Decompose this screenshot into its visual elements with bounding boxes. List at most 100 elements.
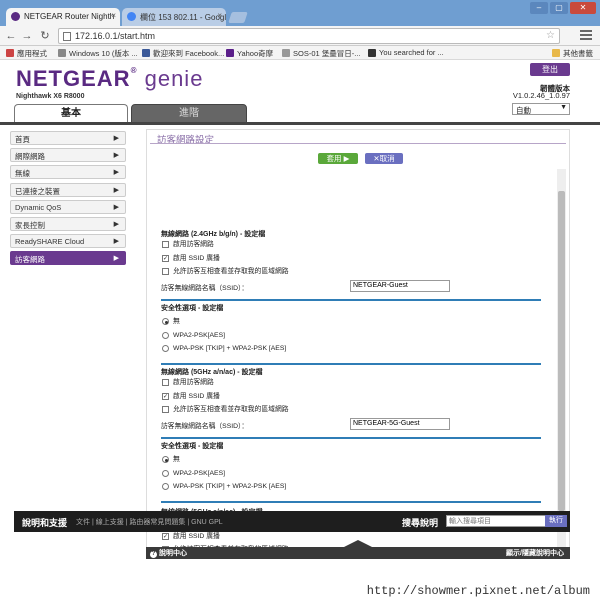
minimize-button[interactable]: – — [530, 2, 548, 14]
bookmark-star-icon[interactable]: ☆ — [546, 30, 555, 41]
reload-icon[interactable]: ↻ — [38, 29, 52, 43]
checkbox-icon[interactable]: ✓ — [162, 254, 169, 262]
sidebar-item-home[interactable]: 首頁 ▶ — [10, 131, 126, 145]
router-model: Nighthawk X6 R8000 — [16, 93, 85, 100]
language-select[interactable]: 自動 ▼ — [512, 103, 570, 115]
security-option-radio[interactable]: WPA2-PSK[AES] — [161, 330, 541, 344]
browser-toolbar: ← → ↻ 172.16.0.1/start.htm ☆ — [0, 26, 600, 46]
facebook-icon — [142, 49, 150, 57]
checkbox-icon[interactable] — [162, 406, 169, 413]
support-footer: 說明和支援 文件 | 線上支援 | 路由器常見問題集 | GNU GPL 搜尋說… — [14, 511, 570, 532]
tab-netgear[interactable]: NETGEAR Router Nighth × — [6, 8, 120, 26]
enable-guest-network-checkbox[interactable]: 啟用訪客網路 — [161, 239, 541, 253]
bookmark-apps[interactable]: 應用程式 — [6, 48, 47, 59]
bookmark-yahoo[interactable]: Yahoo奇摩 — [226, 48, 273, 59]
security-option-radio[interactable]: WPA2-PSK[AES] — [161, 468, 541, 482]
cancel-button[interactable]: ✕取消 — [365, 153, 403, 164]
security-section: 安全性選項 - 設定檔無 WPA2-PSK[AES] WPA-PSK [TKIP] … — [161, 441, 541, 495]
bookmark-search[interactable]: You searched for ... — [368, 48, 444, 57]
sidebar-item-internet[interactable]: 網際網路 ▶ — [10, 148, 126, 163]
allow-local-access-checkbox[interactable]: 允許訪客互相查看並存取我的區域網路 — [161, 266, 541, 280]
bookmark-windows10[interactable]: Windows 10 (版本 ... — [58, 48, 138, 59]
radio-icon[interactable] — [162, 345, 169, 352]
forward-arrow-icon[interactable]: → — [20, 29, 34, 43]
question-icon: ? — [150, 551, 157, 558]
new-tab-button[interactable] — [228, 12, 248, 23]
url-text: 172.16.0.1/start.htm — [75, 31, 156, 41]
title-divider — [150, 143, 566, 144]
browser-menu-icon[interactable] — [580, 30, 592, 42]
tab-google[interactable]: 欄位 153 802.11 - Googl × — [122, 8, 226, 26]
folder-icon — [552, 49, 560, 57]
maximize-button[interactable]: ▢ — [550, 2, 568, 14]
yahoo-icon — [226, 49, 234, 57]
ssid-broadcast-checkbox[interactable]: ✓ 啟用 SSID 廣播 — [161, 391, 541, 405]
sidebar-item-guest-network[interactable]: 訪客網路 ▶ — [10, 251, 126, 266]
tab-basic[interactable]: 基本 — [14, 104, 128, 123]
chevron-right-icon: ▶ — [113, 238, 119, 246]
security-option-radio[interactable]: 無 — [161, 316, 541, 330]
firmware-version: V1.0.2.46_1.0.97 — [512, 91, 570, 100]
sidebar-item-parental-controls[interactable]: 家長控制 ▶ — [10, 216, 126, 231]
radio-icon[interactable] — [162, 469, 169, 477]
ssid-label: 訪客無線網路名稱（SSID）： — [161, 422, 249, 430]
radio-icon[interactable] — [162, 318, 169, 325]
page-icon — [63, 32, 71, 41]
sidebar-item-attached-devices[interactable]: 已連接之裝置 ▶ — [10, 182, 126, 197]
tab-advanced[interactable]: 進階 — [131, 104, 247, 123]
chevron-right-icon: ▶ — [113, 152, 119, 160]
section-divider — [161, 501, 541, 503]
apply-button[interactable]: 套用 ▶ — [318, 153, 358, 164]
ssid-input[interactable] — [350, 417, 450, 430]
back-arrow-icon[interactable]: ← — [4, 29, 18, 43]
radio-icon[interactable] — [162, 331, 169, 339]
window-controls: – ▢ ✕ — [530, 2, 596, 14]
footer-links[interactable]: 文件 | 線上支援 | 路由器常見問題集 | GNU GPL — [76, 517, 223, 527]
document-icon — [282, 49, 290, 57]
checkbox-icon[interactable]: ✓ — [162, 532, 169, 540]
help-center-link[interactable]: ? 說明中心 — [150, 548, 187, 558]
allow-local-access-checkbox[interactable]: 允許訪客互相查看並存取我的區域網路 — [161, 404, 541, 418]
close-window-button[interactable]: ✕ — [570, 2, 596, 14]
netgear-genie-logo: NETGEAR® genie — [16, 66, 204, 91]
address-bar[interactable]: 172.16.0.1/start.htm ☆ — [58, 28, 560, 44]
radio-icon[interactable] — [162, 456, 169, 463]
chevron-right-icon: ▶ — [113, 255, 119, 263]
sidebar-item-dynamic-qos[interactable]: Dynamic QoS ▶ — [10, 199, 126, 214]
sidebar-item-readyshare-cloud[interactable]: ReadySHARE Cloud ▶ — [10, 234, 126, 249]
bookmark-facebook[interactable]: 歡迎來到 Facebook... — [142, 48, 224, 59]
settings-scrollbar[interactable] — [557, 169, 566, 549]
settings-scroll-area[interactable]: 無線網路 (2.4GHz b/g/n) - 設定檔 啟用訪客網路 ✓ 啟用 SSID … — [150, 169, 555, 549]
ssid-input[interactable] — [350, 279, 450, 292]
bookmark-sos[interactable]: SOS-01 堡壘冒日-... — [282, 48, 361, 59]
ssid-broadcast-checkbox[interactable]: ✓ 啟用 SSID 廣播 — [161, 253, 541, 267]
security-option-radio[interactable]: WPA-PSK [TKIP] + WPA2-PSK [AES] — [161, 481, 541, 495]
sidebar-item-wireless[interactable]: 無線 ▶ — [10, 165, 126, 180]
help-center-bar: ? 說明中心 顯示/隱藏說明中心 — [146, 540, 570, 559]
chevron-down-icon: ▼ — [560, 104, 567, 111]
toggle-help-center-link[interactable]: 顯示/隱藏說明中心 — [506, 548, 564, 558]
checkbox-icon[interactable] — [162, 268, 169, 275]
tab-close-icon[interactable]: × — [111, 11, 116, 20]
tab-close-icon[interactable]: × — [217, 11, 222, 20]
search-help-input[interactable] — [446, 515, 556, 527]
security-option-radio[interactable]: 無 — [161, 454, 541, 468]
sidebar-menu: 首頁 ▶ 網際網路 ▶ 無線 ▶ 已連接之裝置 ▶ Dynamic QoS ▶ 家長控制 ▶… — [10, 131, 126, 269]
help-toggle-arrow-icon[interactable] — [344, 540, 372, 547]
wireless-section-title: 無線網路 (5GHz a/n/ac) - 設定檔 — [161, 369, 263, 376]
security-option-radio[interactable]: WPA-PSK [TKIP] + WPA2-PSK [AES] — [161, 343, 541, 357]
bookmark-other[interactable]: 其他書籤 — [552, 48, 593, 59]
google-favicon-icon — [127, 12, 136, 21]
radio-icon[interactable] — [162, 483, 169, 490]
scrollbar-thumb[interactable] — [558, 191, 565, 511]
logout-button[interactable]: 登出 — [530, 63, 570, 76]
search-help-button[interactable]: 執行 — [545, 515, 567, 527]
checkbox-icon[interactable] — [162, 241, 169, 248]
security-section-title: 安全性選項 - 設定檔 — [161, 305, 224, 312]
section-divider — [161, 299, 541, 301]
enable-guest-network-checkbox[interactable]: 啟用訪客網路 — [161, 377, 541, 391]
security-section-title: 安全性選項 - 設定檔 — [161, 443, 224, 450]
checkbox-icon[interactable] — [162, 379, 169, 386]
checkbox-icon[interactable]: ✓ — [162, 392, 169, 400]
folder-icon — [58, 49, 66, 57]
